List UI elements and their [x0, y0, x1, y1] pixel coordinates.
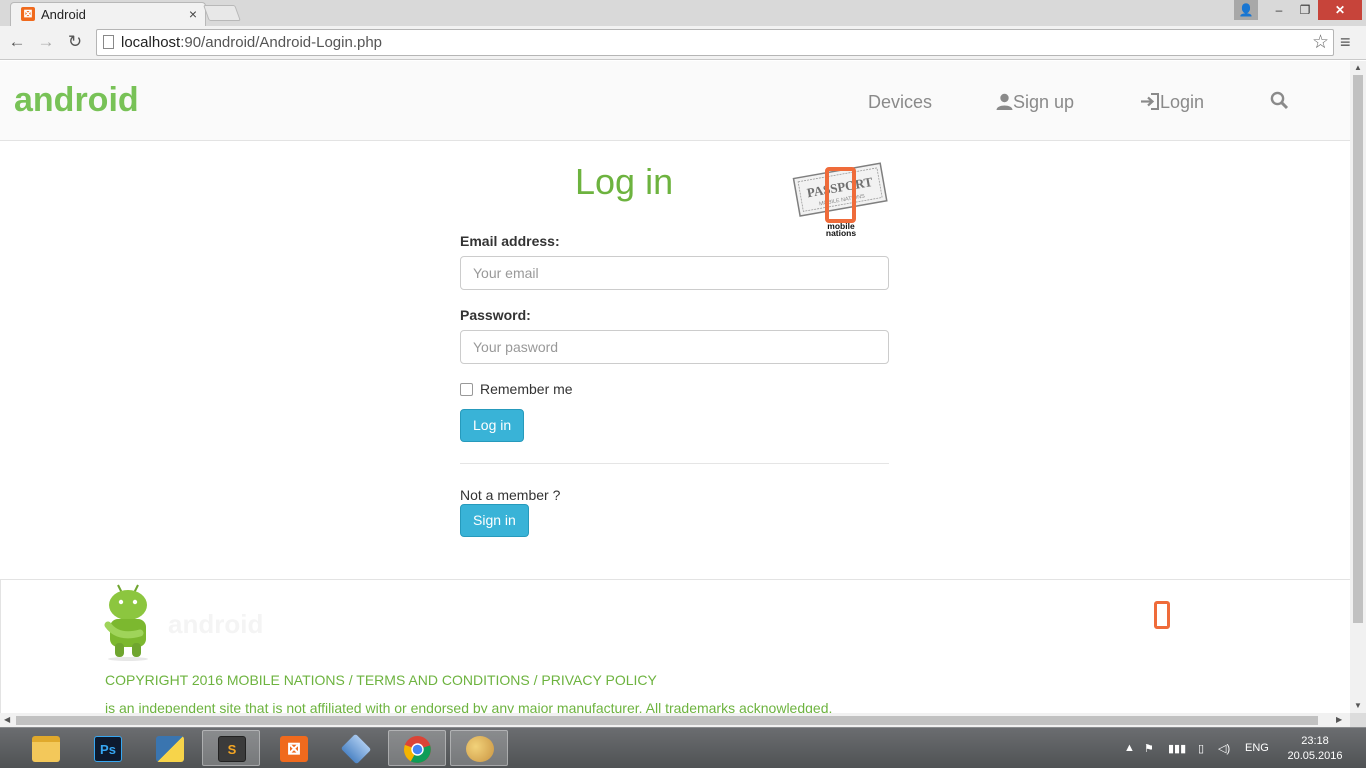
- xampp-favicon-icon: ⊠: [21, 7, 35, 21]
- taskbar-photoshop[interactable]: Ps: [78, 730, 136, 766]
- taskbar-clock[interactable]: 23:18 20.05.2016: [1284, 734, 1346, 764]
- remember-me-label[interactable]: Remember me: [480, 381, 573, 397]
- vertical-scroll-thumb[interactable]: [1353, 75, 1363, 623]
- taskbar-chrome[interactable]: [388, 730, 446, 766]
- site-footer: [0, 579, 1350, 713]
- footer-copyright[interactable]: COPYRIGHT 2016 MOBILE NATIONS / TERMS AN…: [105, 672, 657, 688]
- page-viewport: android Devices Sign up Login Log in PAS…: [0, 61, 1350, 713]
- browser-titlebar: ⊠ Android × 👤 – ❐ ✕: [0, 0, 1366, 26]
- virtualbox-icon: [340, 733, 372, 765]
- email-field[interactable]: [460, 256, 889, 290]
- not-member-text: Not a member ?: [460, 487, 561, 503]
- taskbar-xampp[interactable]: ⊠: [264, 730, 322, 766]
- taskbar-file-explorer[interactable]: [16, 730, 74, 766]
- back-icon[interactable]: ←: [6, 31, 28, 53]
- language-indicator[interactable]: ENG: [1245, 742, 1269, 754]
- url-text[interactable]: localhost:90/android/Android-Login.php: [121, 34, 382, 51]
- sublime-text-icon: S: [218, 736, 246, 762]
- site-logo[interactable]: android: [14, 81, 139, 120]
- scroll-left-icon[interactable]: ◀: [4, 715, 10, 724]
- scroll-up-icon[interactable]: ▲: [1354, 63, 1362, 72]
- login-icon: [1141, 93, 1159, 110]
- horizontal-scroll-thumb[interactable]: [16, 716, 1318, 725]
- mobile-nations-line2: nations: [826, 228, 856, 238]
- site-header: android Devices Sign up Login: [0, 61, 1350, 141]
- page-icon: [103, 35, 114, 49]
- tab-close-icon[interactable]: ×: [189, 6, 197, 22]
- footer-disclaimer: is an independent site that is not affil…: [105, 700, 833, 713]
- scroll-right-icon[interactable]: ▶: [1336, 715, 1342, 724]
- password-field[interactable]: [460, 330, 889, 364]
- browser-tab[interactable]: ⊠ Android ×: [10, 2, 206, 26]
- tab-title: Android: [41, 7, 86, 22]
- taskbar-python[interactable]: [140, 730, 198, 766]
- address-bar[interactable]: localhost:90/android/Android-Login.php ☆: [96, 29, 1334, 56]
- password-label: Password:: [460, 307, 531, 323]
- taskbar-paint[interactable]: [450, 730, 508, 766]
- forward-icon[interactable]: →: [35, 31, 57, 53]
- nav-login-label: Login: [1160, 92, 1205, 112]
- vertical-scrollbar[interactable]: ▲ ▼: [1350, 61, 1366, 713]
- photoshop-icon: Ps: [94, 736, 122, 762]
- android-mascot-image: [104, 584, 148, 661]
- form-divider: [460, 463, 889, 464]
- battery-icon[interactable]: ▯: [1198, 742, 1204, 755]
- close-window-button[interactable]: ✕: [1318, 0, 1362, 20]
- clock-date: 20.05.2016: [1287, 750, 1343, 762]
- bookmark-star-icon[interactable]: ☆: [1312, 31, 1329, 54]
- tray-show-hidden-icon[interactable]: ▲: [1124, 742, 1135, 754]
- maximize-button[interactable]: ❐: [1292, 0, 1318, 20]
- profile-icon[interactable]: 👤: [1234, 0, 1258, 20]
- taskbar-sublime-text[interactable]: S: [202, 730, 260, 766]
- scrollbar-corner: [1350, 713, 1366, 727]
- search-icon[interactable]: [1270, 91, 1289, 115]
- login-button[interactable]: Log in: [460, 409, 525, 442]
- taskbar-virtualbox[interactable]: [326, 730, 384, 766]
- chrome-menu-icon[interactable]: ≡: [1340, 32, 1360, 52]
- paint-icon: [466, 736, 494, 762]
- folder-icon: [32, 736, 60, 762]
- volume-icon[interactable]: ◁): [1218, 742, 1230, 755]
- horizontal-scrollbar[interactable]: ◀ ▶: [0, 713, 1350, 727]
- nav-devices[interactable]: Devices: [868, 92, 932, 113]
- chrome-icon: [404, 736, 431, 763]
- mobile-nations-phone-icon[interactable]: [1154, 601, 1170, 629]
- network-signal-icon[interactable]: ▮▮▮: [1168, 742, 1186, 755]
- nav-login[interactable]: Login: [1140, 92, 1204, 113]
- url-path: :90/android/Android-Login.php: [180, 34, 383, 51]
- remember-me-checkbox[interactable]: [460, 383, 473, 396]
- browser-toolbar: ← → ↻ localhost:90/android/Android-Login…: [0, 26, 1366, 60]
- scroll-down-icon[interactable]: ▼: [1354, 701, 1362, 710]
- minimize-button[interactable]: –: [1266, 0, 1292, 20]
- user-icon: [996, 93, 1013, 110]
- action-center-flag-icon[interactable]: ⚑: [1144, 742, 1154, 755]
- new-tab-button[interactable]: [203, 5, 241, 21]
- xampp-icon: ⊠: [280, 736, 308, 762]
- email-label: Email address:: [460, 233, 560, 249]
- python-icon: [156, 736, 184, 762]
- reload-icon[interactable]: ↻: [64, 31, 86, 53]
- nav-signup-label: Sign up: [1013, 92, 1075, 112]
- nav-signup[interactable]: Sign up: [996, 92, 1074, 113]
- clock-time: 23:18: [1301, 735, 1329, 747]
- passport-mobile-nations-logo[interactable]: PASSPORT MOBILE NATIONS mobile nations: [790, 161, 890, 241]
- url-host: localhost: [121, 34, 181, 51]
- windows-taskbar: Ps S ⊠ ▲ ⚑ ▮▮▮ ▯ ◁) ENG 23:18 20.05.2016: [0, 727, 1366, 768]
- signin-button[interactable]: Sign in: [460, 504, 529, 537]
- page-title: Log in: [575, 161, 674, 202]
- footer-brand-watermark: android: [168, 609, 264, 639]
